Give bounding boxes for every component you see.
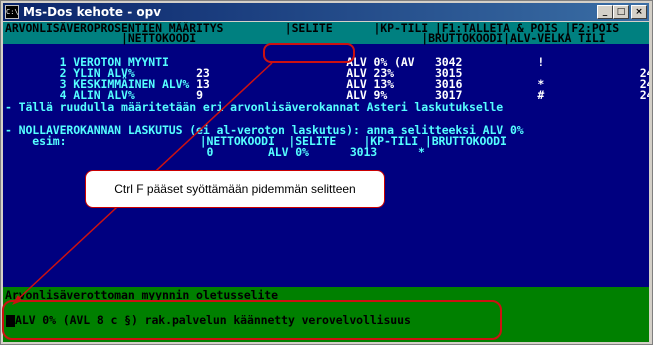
annotation-callout: Ctrl F pääset syöttämään pidemmän selitt… [85,170,385,208]
